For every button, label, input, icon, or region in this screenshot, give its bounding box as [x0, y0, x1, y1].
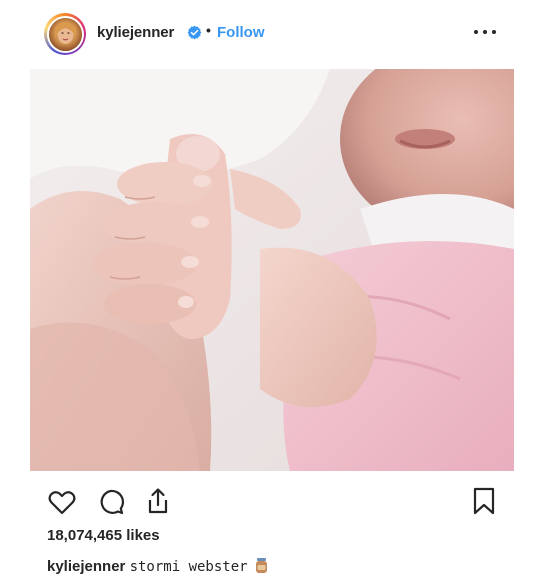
heart-icon — [48, 491, 76, 515]
avatar-ring-inner — [46, 15, 84, 53]
post-username[interactable]: kyliejenner — [97, 24, 174, 41]
more-options-icon[interactable] — [474, 22, 496, 42]
follow-button[interactable]: Follow — [217, 24, 265, 41]
post-photo[interactable] — [30, 69, 514, 471]
caption-text: stormi webster — [129, 559, 248, 575]
bookmark-icon — [473, 487, 495, 515]
photo-illustration — [30, 69, 514, 471]
more-dot — [492, 30, 496, 34]
avatar[interactable] — [48, 17, 82, 51]
more-dot — [483, 30, 487, 34]
post-caption: kyliejenner stormi webster — [47, 557, 269, 575]
comment-button[interactable] — [96, 487, 126, 517]
more-dot — [474, 30, 478, 34]
header-separator: • — [206, 22, 211, 38]
like-button[interactable] — [47, 487, 77, 517]
avatar-story-ring[interactable] — [44, 13, 86, 55]
save-button[interactable] — [469, 486, 499, 516]
verified-badge-icon — [187, 25, 202, 40]
share-button[interactable] — [143, 486, 173, 516]
jar-emoji-icon — [255, 558, 267, 573]
likes-count[interactable]: 18,074,465 likes — [47, 527, 160, 544]
post-header: kyliejenner • Follow — [0, 0, 552, 66]
comment-icon — [100, 489, 125, 515]
share-icon — [148, 488, 168, 514]
caption-username[interactable]: kyliejenner — [47, 558, 125, 575]
